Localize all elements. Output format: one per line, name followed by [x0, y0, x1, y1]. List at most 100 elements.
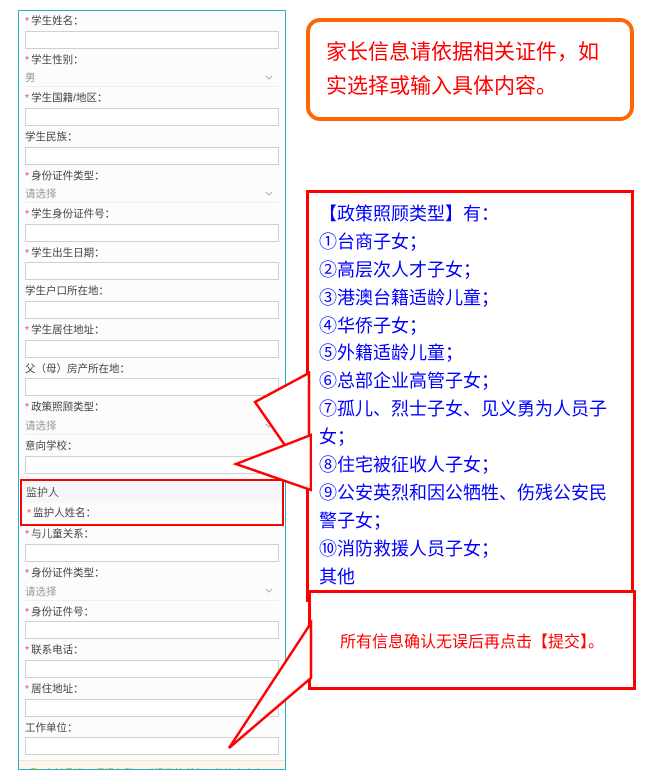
label-text: 父（母）房产所在地： — [25, 363, 130, 375]
label-text: 学生姓名： — [31, 15, 84, 27]
label-text: 监护人姓名： — [33, 507, 96, 519]
label-guardian-name: *监护人姓名： — [27, 507, 277, 521]
field-parent-property: 父（母）房产所在地： — [25, 363, 279, 397]
label-text: 学生出生日期： — [31, 247, 105, 259]
label-text: 身份证件类型： — [31, 170, 105, 182]
policy-item: ③港澳台籍适龄儿童； — [319, 285, 621, 313]
mobile-form-panel: *学生姓名： *学生性别： 男 *学生国籍/地区： 学生民族： *身份证件类型：… — [18, 10, 286, 770]
field-guardian-phone: *联系电话： — [25, 644, 279, 678]
select-policy-type[interactable]: 请选择 — [25, 417, 279, 435]
input-parent-property[interactable] — [25, 378, 279, 396]
select-id-type[interactable]: 请选择 — [25, 185, 279, 203]
guardian-section-header: 监护人 — [22, 481, 282, 503]
chevron-down-icon — [265, 191, 273, 197]
label-nationality: *学生国籍/地区： — [25, 92, 279, 106]
label-text: 居住地址： — [31, 683, 84, 695]
field-ethnicity: 学生民族： — [25, 131, 279, 165]
input-guardian-phone[interactable] — [25, 660, 279, 678]
declaration-text: 家长承诺：预报名登记时提供的所有证件均真实有效。如因提供伪造、虚假证件而影响孩子… — [44, 767, 277, 770]
select-placeholder: 请选择 — [25, 420, 57, 432]
field-guardian-id-number: *身份证件号： — [25, 606, 279, 640]
input-residence[interactable] — [25, 340, 279, 358]
orange-box-text: 家长信息请依据相关证件，如实选择或输入具体内容。 — [326, 40, 599, 98]
input-hukou[interactable] — [25, 301, 279, 319]
input-intended-school[interactable] — [25, 456, 279, 474]
field-guardian-id-type: *身份证件类型： 请选择 — [25, 567, 279, 601]
label-guardian-workplace: 工作单位： — [25, 722, 279, 736]
field-hukou: 学生户口所在地： — [25, 285, 279, 319]
label-hukou: 学生户口所在地： — [25, 285, 279, 299]
label-text: 学生户口所在地： — [25, 285, 109, 297]
label-guardian-phone: *联系电话： — [25, 644, 279, 658]
label-student-name: *学生姓名： — [25, 15, 279, 29]
policy-item: ⑤外籍适龄儿童； — [319, 340, 621, 368]
annotation-submit-note: 所有信息确认无误后再点击【提交】。 — [308, 590, 636, 690]
policy-item: ②高层次人才子女； — [319, 257, 621, 285]
select-placeholder: 请选择 — [25, 586, 57, 598]
field-birth-date: *学生出生日期： — [25, 247, 279, 281]
input-guardian-relation[interactable] — [25, 544, 279, 562]
field-guardian-address: *居住地址： — [25, 683, 279, 717]
policy-list: ①台商子女；②高层次人才子女；③港澳台籍适龄儿童；④华侨子女；⑤外籍适龄儿童；⑥… — [319, 229, 621, 592]
label-guardian-relation: *与儿童关系： — [25, 528, 279, 542]
input-guardian-workplace[interactable] — [25, 737, 279, 755]
label-text: 政策照顾类型： — [31, 401, 105, 413]
annotation-orange-box: 家长信息请依据相关证件，如实选择或输入具体内容。 — [306, 18, 634, 121]
input-guardian-address[interactable] — [25, 699, 279, 717]
field-student-gender: *学生性别： 男 — [25, 54, 279, 88]
field-id-number: *学生身份证件号： — [25, 208, 279, 242]
input-id-number[interactable] — [25, 224, 279, 242]
label-intended-school: 意向学校： — [25, 440, 279, 454]
policy-item: ⑦孤儿、烈士子女、见义勇为人员子女； — [319, 396, 621, 452]
input-birth-date[interactable] — [25, 262, 279, 280]
label-policy-type: *政策照顾类型： — [25, 401, 279, 415]
policy-item: ①台商子女； — [319, 229, 621, 257]
label-text: 学生身份证件号： — [31, 208, 115, 220]
label-text: 身份证件类型： — [31, 567, 105, 579]
form-area: *学生姓名： *学生性别： 男 *学生国籍/地区： 学生民族： *身份证件类型：… — [19, 11, 285, 755]
annotation-policy-box: 【政策照顾类型】有： ①台商子女；②高层次人才子女；③港澳台籍适龄儿童；④华侨子… — [306, 190, 634, 602]
policy-item: ⑩消防救援人员子女； — [319, 536, 621, 564]
input-guardian-id-number[interactable] — [25, 621, 279, 639]
label-text: 联系电话： — [31, 644, 84, 656]
warning-icon: ! — [27, 768, 40, 770]
label-residence: *学生居住地址： — [25, 324, 279, 338]
field-residence: *学生居住地址： — [25, 324, 279, 358]
select-guardian-id-type[interactable]: 请选择 — [25, 583, 279, 601]
field-id-type: *身份证件类型： 请选择 — [25, 170, 279, 204]
input-ethnicity[interactable] — [25, 147, 279, 165]
input-student-name[interactable] — [25, 31, 279, 49]
label-id-type: *身份证件类型： — [25, 170, 279, 184]
label-guardian-id-type: *身份证件类型： — [25, 567, 279, 581]
label-student-gender: *学生性别： — [25, 54, 279, 68]
label-birth-date: *学生出生日期： — [25, 247, 279, 261]
field-intended-school: 意向学校： — [25, 440, 279, 474]
field-guardian-name: *监护人姓名： — [27, 507, 277, 521]
label-text: 意向学校： — [25, 440, 78, 452]
label-ethnicity: 学生民族： — [25, 131, 279, 145]
label-text: 学生性别： — [31, 54, 84, 66]
chevron-down-icon — [265, 588, 273, 594]
policy-title: 【政策照顾类型】有： — [319, 201, 621, 229]
label-guardian-id-number: *身份证件号： — [25, 606, 279, 620]
chevron-down-icon — [265, 423, 273, 429]
parent-declaration: ! 家长承诺：预报名登记时提供的所有证件均真实有效。如因提供伪造、虚假证件而影响… — [19, 760, 285, 770]
label-text: 学生国籍/地区： — [31, 92, 107, 104]
input-nationality[interactable] — [25, 108, 279, 126]
label-text: 学生居住地址： — [31, 324, 105, 336]
guardian-highlight-box: 监护人 *监护人姓名： — [20, 479, 284, 527]
select-student-gender[interactable]: 男 — [25, 69, 279, 87]
field-policy-type: *政策照顾类型： 请选择 — [25, 401, 279, 435]
label-text: 工作单位： — [25, 722, 78, 734]
policy-item: ⑨公安英烈和因公牺牲、伤残公安民警子女； — [319, 480, 621, 536]
label-parent-property: 父（母）房产所在地： — [25, 363, 279, 377]
label-text: 与儿童关系： — [31, 528, 94, 540]
label-guardian-address: *居住地址： — [25, 683, 279, 697]
policy-item: ⑥总部企业高管子女； — [319, 368, 621, 396]
select-value: 男 — [25, 72, 36, 84]
label-text: 学生民族： — [25, 131, 78, 143]
select-placeholder: 请选择 — [25, 188, 57, 200]
submit-note-text: 所有信息确认无误后再点击【提交】。 — [340, 628, 604, 652]
label-text: 身份证件号： — [31, 606, 94, 618]
policy-item: ④华侨子女； — [319, 313, 621, 341]
